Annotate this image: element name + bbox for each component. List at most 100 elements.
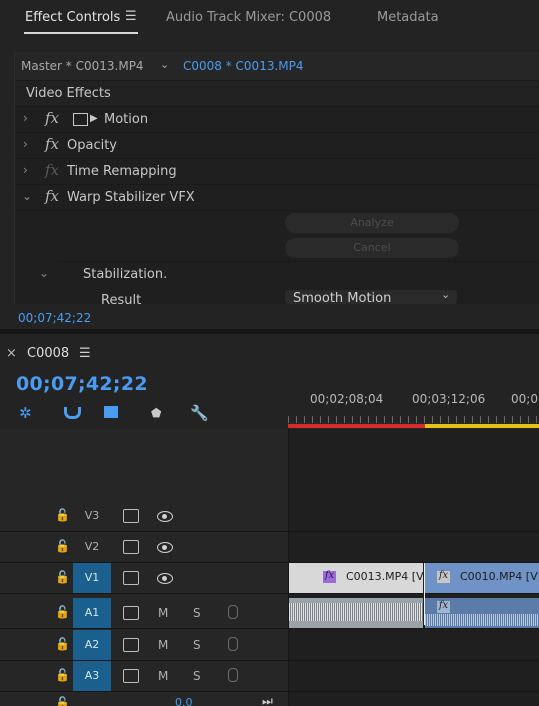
effect-controls-panel: Effect Controls ☰ Audio Track Mixer: C00… — [0, 0, 539, 334]
ruler-ticks — [288, 416, 539, 423]
sync-lock-icon[interactable] — [123, 540, 139, 554]
video-clip[interactable]: fx C0013.MP4 [V] — [289, 563, 428, 593]
effect-row-warp-stabilizer[interactable]: ⌄ fx Warp Stabilizer VFX — [15, 185, 539, 211]
clip-label: C0013.MP4 [V] — [346, 570, 428, 583]
mute-button[interactable]: M — [158, 606, 168, 620]
tab-metadata[interactable]: Metadata — [377, 10, 439, 25]
wrench-icon[interactable]: 🔧 — [190, 404, 209, 422]
eye-icon[interactable] — [157, 542, 173, 553]
chevron-down-icon[interactable]: ⌄ — [441, 290, 450, 301]
solo-button[interactable]: S — [193, 606, 201, 620]
track-name[interactable]: V3 — [73, 501, 111, 531]
timeline-timecode[interactable]: 00;07;42;22 — [16, 373, 148, 395]
fx-toggle-icon[interactable]: fx — [45, 187, 59, 205]
lock-icon[interactable]: 🔓 — [55, 637, 70, 651]
stabilization-row[interactable]: ⌄ Stabilization. — [15, 262, 539, 287]
track-name[interactable]: A2 — [73, 630, 111, 660]
chevron-down-icon[interactable]: ⌄ — [22, 189, 32, 203]
chevron-right-icon[interactable]: › — [23, 137, 28, 151]
lock-icon[interactable]: 🔓 — [55, 539, 70, 553]
active-tab-underline — [24, 32, 138, 34]
result-dropdown[interactable]: Smooth Motion ⌄ — [285, 290, 457, 304]
render-bar-red — [288, 424, 425, 428]
tab-effect-controls[interactable]: Effect Controls — [25, 10, 120, 25]
lock-icon[interactable]: 🔓 — [55, 668, 70, 682]
go-to-end-icon[interactable]: ⏭ — [262, 694, 273, 706]
active-clip-label[interactable]: C0008 * C0013.MP4 — [183, 59, 304, 73]
track-name[interactable]: V1 — [73, 563, 111, 593]
opacity-label: Opacity — [67, 138, 118, 153]
snap-magnet-icon[interactable] — [64, 407, 81, 419]
transform-box-icon[interactable] — [73, 113, 88, 126]
track-row-v2: 🔓 V2 — [0, 532, 539, 563]
ruler-timecode: 00;03;12;06 — [412, 392, 486, 406]
track-row-v3: 🔓 V3 — [0, 501, 539, 532]
analyze-button[interactable]: Analyze — [285, 213, 459, 233]
lock-icon[interactable]: 🔓 — [55, 508, 70, 522]
render-bar-yellow — [425, 424, 539, 428]
microphone-icon[interactable] — [228, 637, 238, 651]
fx-badge-label: fx — [324, 570, 335, 581]
panel-menu-icon[interactable]: ☰ — [125, 9, 137, 24]
effect-row-motion[interactable]: › fx ▶ Motion — [15, 107, 539, 133]
time-ruler[interactable]: 00;02;08;04 00;03;12;06 00;0 — [288, 382, 539, 429]
eye-icon[interactable] — [157, 573, 173, 584]
effect-controls-content: Master * C0013.MP4 ⌄ C0008 * C0013.MP4 V… — [14, 52, 539, 304]
master-clip-label[interactable]: Master * C0013.MP4 — [21, 59, 144, 73]
mute-button[interactable]: M — [158, 669, 168, 683]
lock-icon[interactable]: 🔓 — [55, 570, 70, 584]
linked-selection-icon[interactable] — [104, 406, 118, 418]
mute-button[interactable]: M — [158, 638, 168, 652]
audio-clip[interactable] — [289, 598, 423, 628]
sequence-tab[interactable]: C0008 — [27, 346, 69, 361]
sync-lock-icon[interactable] — [123, 669, 139, 683]
sync-lock-icon[interactable] — [123, 571, 139, 585]
play-arrow-icon: ▶ — [90, 113, 98, 124]
ruler-timecode: 00;02;08;04 — [310, 392, 384, 406]
nest-toggle-icon[interactable]: ✲ — [19, 404, 32, 422]
solo-button[interactable]: S — [193, 638, 201, 652]
chevron-down-icon[interactable]: ⌄ — [39, 266, 49, 280]
waveform — [289, 603, 423, 621]
panel-menu-icon[interactable]: ☰ — [79, 346, 91, 361]
video-effects-header: Video Effects — [15, 81, 539, 107]
chevron-right-icon[interactable]: › — [23, 111, 28, 125]
fx-toggle-icon: fx — [45, 161, 60, 179]
cancel-button[interactable]: Cancel — [285, 238, 459, 258]
fx-toggle-icon[interactable]: fx — [45, 135, 59, 153]
fx-toggle-icon[interactable]: fx — [45, 109, 59, 127]
master-volume-value[interactable]: 0.0 — [175, 696, 193, 706]
lock-icon[interactable]: 🔓 — [55, 696, 70, 706]
sync-lock-icon[interactable] — [123, 638, 139, 652]
waveform — [425, 614, 539, 626]
eye-icon[interactable] — [157, 511, 173, 522]
playhead-line[interactable] — [424, 563, 425, 625]
track-name[interactable]: A1 — [73, 598, 111, 628]
effect-row-opacity[interactable]: › fx Opacity — [15, 133, 539, 159]
video-effects-label: Video Effects — [26, 86, 111, 101]
lock-icon[interactable]: 🔓 — [55, 605, 70, 619]
tab-audio-track-mixer[interactable]: Audio Track Mixer: C0008 — [166, 10, 331, 25]
chevron-right-icon[interactable]: › — [23, 163, 28, 177]
video-clip[interactable]: fx C0010.MP4 [V] — [425, 563, 539, 593]
track-name[interactable]: V2 — [73, 532, 111, 562]
track-name[interactable]: A3 — [73, 661, 111, 691]
result-label: Result — [101, 293, 142, 304]
audio-clip[interactable]: fx — [425, 598, 539, 628]
sync-lock-icon[interactable] — [123, 509, 139, 523]
motion-label: Motion — [104, 112, 149, 127]
microphone-icon[interactable] — [228, 605, 238, 619]
microphone-icon[interactable] — [228, 668, 238, 682]
close-icon[interactable]: × — [6, 346, 17, 361]
effect-row-time-remapping[interactable]: › fx Time Remapping — [15, 159, 539, 185]
effect-controls-timecode[interactable]: 00;07;42;22 — [18, 311, 91, 325]
track-row-v1: 🔓 V1 fx C0013.MP4 [V] fx C0010.MP4 [V] — [0, 563, 539, 594]
marker-icon[interactable]: ⬟ — [151, 406, 161, 420]
solo-button[interactable]: S — [193, 669, 201, 683]
warp-stabilizer-label: Warp Stabilizer VFX — [67, 190, 195, 205]
fx-badge-label: fx — [438, 600, 449, 611]
sync-lock-icon[interactable] — [123, 606, 139, 620]
fx-badge-label: fx — [438, 570, 449, 581]
chevron-down-icon[interactable]: ⌄ — [160, 58, 169, 71]
track-row-a2: 🔓 A2 M S — [0, 630, 539, 661]
